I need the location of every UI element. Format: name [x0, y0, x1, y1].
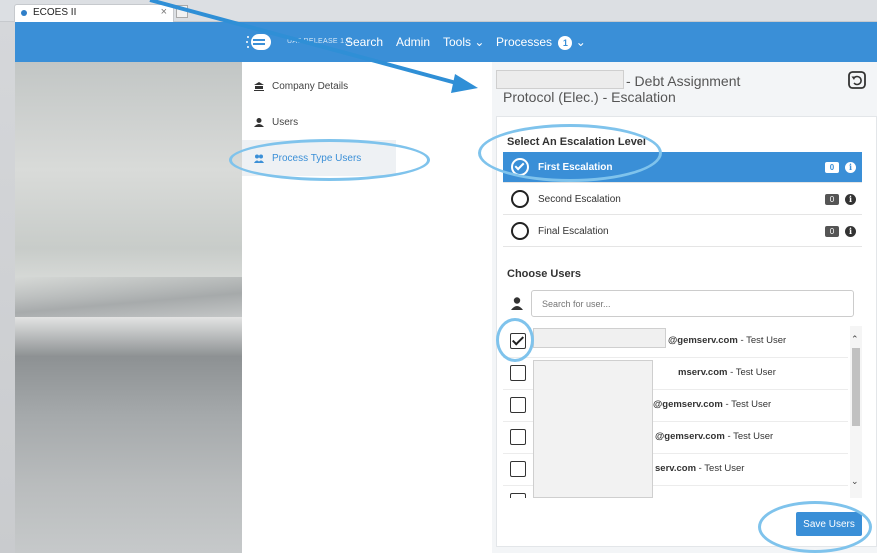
choose-users-title: Choose Users [507, 268, 581, 280]
info-icon[interactable]: i [845, 193, 856, 205]
sidebar-item-label: Company Details [272, 80, 349, 92]
chevron-up-icon[interactable]: ⌃ [851, 334, 859, 345]
bank-icon [254, 81, 264, 91]
page-subtitle: Protocol (Elec.) - Escalation [503, 89, 676, 105]
count-badge: 0 [825, 225, 839, 237]
annotation-circle [478, 124, 662, 182]
nav-admin[interactable]: Admin [396, 35, 430, 49]
sidebar-item-label: Users [272, 116, 299, 128]
browser-tab-bar: ECOES II × [0, 0, 877, 22]
user-checkbox[interactable] [510, 429, 526, 445]
redacted-process-name [496, 70, 624, 89]
user-checkbox[interactable] [510, 461, 526, 477]
user-email: @gemserv.com - Test User [653, 399, 772, 410]
top-navigation: UAT RELEASE 1.0 Search Admin Tools ⌄ Pro… [15, 22, 877, 62]
user-checkbox[interactable] [510, 397, 526, 413]
background-photo [15, 62, 242, 553]
redacted-email [533, 328, 666, 348]
annotation-circle [758, 501, 872, 553]
user-checkbox[interactable] [510, 493, 526, 498]
sidebar-item-users[interactable]: Users [242, 104, 396, 140]
scroll-thumb[interactable] [852, 348, 860, 426]
user-email: serv.com - Test User [655, 463, 745, 474]
escalation-option-second[interactable]: Second Escalation 0 i [503, 184, 862, 215]
window-edge [0, 22, 15, 553]
info-icon[interactable]: i [845, 161, 856, 173]
nav-processes[interactable]: Processes 1 ⌄ [496, 35, 586, 50]
nav-search[interactable]: Search [345, 35, 383, 49]
nav-processes-label: Processes [496, 35, 553, 49]
user-list-scrollbar[interactable]: ⌃ ⌄ [850, 326, 862, 498]
radio-icon [511, 222, 529, 240]
radio-icon [511, 190, 529, 208]
annotation-circle [496, 318, 534, 362]
chevron-down-icon: ⌄ [575, 35, 586, 49]
list-item[interactable]: @gemserv.com - Test User [503, 326, 848, 358]
user-list[interactable]: @gemserv.com - Test User mserv.com - Tes… [503, 326, 862, 498]
user-icon [254, 117, 264, 127]
user-icon [511, 297, 523, 310]
redacted-user-names [533, 360, 653, 498]
browser-tab[interactable]: ECOES II × [14, 4, 174, 22]
user-email: @gemserv.com - Test User [668, 335, 787, 346]
app-logo-icon[interactable] [245, 32, 273, 52]
user-search-input[interactable] [531, 290, 854, 317]
count-badge: 0 [825, 161, 839, 173]
escalation-label: Final Escalation [538, 225, 609, 237]
page-title: - Debt Assignment [626, 73, 741, 89]
user-checkbox[interactable] [510, 365, 526, 381]
undo-icon[interactable] [848, 71, 866, 89]
user-email: @gemserv.com - Test User [655, 431, 774, 442]
user-email: mserv.com - Test User [678, 367, 776, 378]
admin-sidebar: Company Details Users Process Type Users [242, 62, 492, 553]
background-roofline [15, 277, 242, 317]
count-badge: 0 [825, 193, 839, 205]
nav-tools[interactable]: Tools ⌄ [443, 35, 484, 49]
environment-label: UAT RELEASE 1.0 [287, 38, 351, 45]
escalation-option-final[interactable]: Final Escalation 0 i [503, 216, 862, 247]
tab-close-button[interactable]: × [161, 6, 167, 18]
favicon-icon [21, 10, 27, 16]
tab-title: ECOES II [33, 7, 77, 18]
sidebar-item-company-details[interactable]: Company Details [242, 68, 396, 104]
processes-badge: 1 [558, 36, 573, 50]
new-tab-button[interactable] [176, 5, 188, 18]
escalation-label: Second Escalation [538, 193, 621, 205]
annotation-circle [229, 139, 430, 181]
chevron-down-icon[interactable]: ⌄ [851, 476, 859, 487]
info-icon[interactable]: i [845, 225, 856, 237]
